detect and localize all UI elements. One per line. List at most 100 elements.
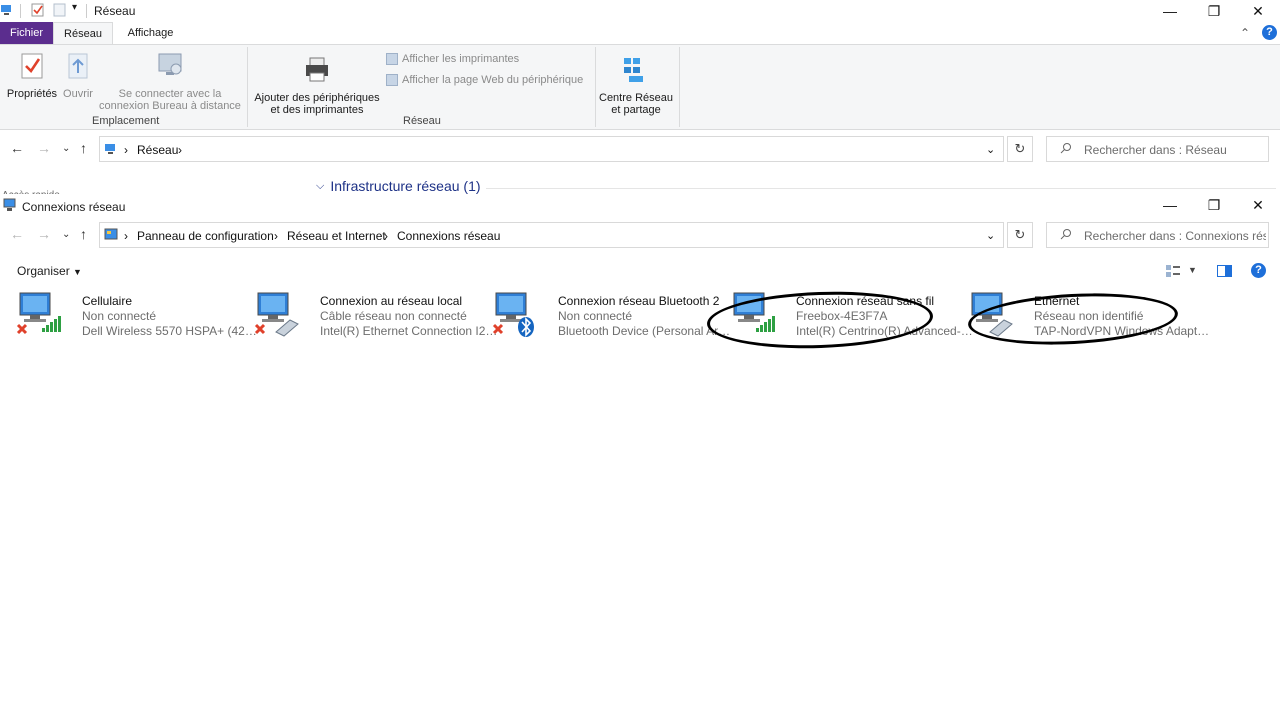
connection-item-ethernet[interactable]: Ethernet Réseau non identifié TAP-NordVP… bbox=[968, 290, 1212, 342]
title-bar: ▾ Réseau — ❐ ✕ bbox=[0, 0, 1280, 22]
ajouter-peripheriques-button[interactable]: Ajouter des périphériques et des imprima… bbox=[251, 49, 383, 116]
refresh-button[interactable]: ↻ bbox=[1007, 136, 1033, 162]
connection-device: Bluetooth Device (Personal Area ... bbox=[558, 324, 736, 338]
group-label-emplacement: Emplacement bbox=[92, 115, 160, 127]
new-folder-quick-icon[interactable] bbox=[53, 3, 67, 17]
network-connections-icon bbox=[3, 198, 16, 211]
address-bar[interactable]: › Panneau de configuration › Réseau et I… bbox=[99, 222, 1004, 248]
ethernet-connection-icon bbox=[971, 292, 1013, 337]
printer-icon bbox=[306, 57, 328, 82]
address-dropdown-icon[interactable]: ⌄ bbox=[986, 229, 995, 242]
connection-item-bluetooth[interactable]: Connexion réseau Bluetooth 2 Non connect… bbox=[492, 290, 736, 342]
help-icon[interactable]: ? bbox=[1262, 25, 1277, 40]
connection-name: Ethernet bbox=[1034, 294, 1080, 308]
address-bar[interactable]: › Réseau › ⌄ bbox=[99, 136, 1004, 162]
centre-label-1: Centre Réseau bbox=[599, 92, 673, 104]
close-button[interactable]: ✕ bbox=[1236, 0, 1280, 22]
breadcrumb-connexions[interactable]: Connexions réseau bbox=[397, 229, 500, 243]
command-bar: Organiser ▼ ▼ ? bbox=[0, 256, 1280, 284]
minimize-button[interactable]: — bbox=[1148, 0, 1192, 22]
address-dropdown-icon[interactable]: ⌄ bbox=[986, 143, 995, 156]
wifi-connection-icon bbox=[733, 292, 775, 332]
network-icon bbox=[105, 144, 115, 154]
group-divider bbox=[486, 188, 1276, 189]
tab-fichier[interactable]: Fichier bbox=[0, 22, 53, 44]
refresh-button[interactable]: ↻ bbox=[1007, 222, 1033, 248]
centre-label-2: et partage bbox=[611, 104, 661, 116]
ajouter-label-1: Ajouter des périphériques bbox=[254, 92, 380, 104]
minimize-button[interactable]: — bbox=[1148, 194, 1192, 216]
forward-arrow-icon[interactable]: → bbox=[37, 140, 51, 156]
connection-item-cellulaire[interactable]: Cellulaire Non connecté Dell Wireless 55… bbox=[16, 290, 260, 342]
breadcrumb-panneau[interactable]: Panneau de configuration bbox=[137, 229, 274, 243]
window-title: Réseau bbox=[94, 4, 136, 18]
afficher-page-web-label: Afficher la page Web du périphérique bbox=[402, 74, 584, 86]
recent-dropdown-icon[interactable]: ⌄ bbox=[62, 229, 70, 240]
address-row: ← → ⌄ ↑ › Panneau de configuration › Rés… bbox=[0, 218, 1280, 252]
organiser-button[interactable]: Organiser ▼ bbox=[17, 264, 82, 278]
up-arrow-icon[interactable]: ↑ bbox=[80, 226, 87, 242]
bureau-distance-label-2: connexion Bureau à distance bbox=[99, 100, 241, 112]
connection-item-sans-fil[interactable]: Connexion réseau sans fil Freebox-4E3F7A… bbox=[730, 290, 974, 342]
reseau-window: ▾ Réseau — ❐ ✕ Fichier Réseau Affichage … bbox=[0, 0, 1280, 200]
proprietes-button[interactable]: Propriétés bbox=[4, 45, 60, 100]
tab-reseau[interactable]: Réseau bbox=[53, 22, 113, 44]
group-header-infrastructure[interactable]: ⌵ Infrastructure réseau (1) bbox=[316, 178, 481, 194]
restore-button[interactable]: ❐ bbox=[1192, 194, 1236, 216]
breadcrumb-separator-icon: › bbox=[384, 229, 388, 243]
search-input[interactable]: Rechercher dans : Connexions réseau bbox=[1046, 222, 1269, 248]
breadcrumb-separator-icon: › bbox=[274, 229, 278, 243]
cellular-connection-icon bbox=[16, 292, 61, 335]
back-arrow-icon[interactable]: ← bbox=[10, 226, 24, 242]
quick-access-dropdown-icon[interactable]: ▾ bbox=[72, 2, 77, 13]
connection-name: Connexion réseau sans fil bbox=[796, 294, 935, 308]
ouvrir-button[interactable]: Ouvrir bbox=[60, 45, 96, 100]
bluetooth-connection-icon bbox=[492, 292, 534, 337]
chevron-down-icon: ⌵ bbox=[316, 179, 325, 192]
bureau-distance-label-1: Se connecter avec la bbox=[118, 88, 222, 100]
bureau-distance-button[interactable]: Se connecter avec la connexion Bureau à … bbox=[98, 45, 242, 112]
connection-name: Connexion au réseau local bbox=[320, 294, 463, 308]
properties-quick-icon[interactable] bbox=[31, 3, 45, 17]
help-icon[interactable]: ? bbox=[1251, 263, 1266, 278]
afficher-imprimantes-label: Afficher les imprimantes bbox=[402, 53, 520, 65]
ouvrir-label: Ouvrir bbox=[63, 88, 93, 100]
ribbon: Propriétés Ouvrir Se connecter avec la c… bbox=[0, 44, 1280, 130]
search-input[interactable]: Rechercher dans : Réseau bbox=[1046, 136, 1269, 162]
restore-button[interactable]: ❐ bbox=[1192, 0, 1236, 22]
ribbon-separator bbox=[679, 47, 680, 127]
tab-affichage[interactable]: Affichage bbox=[113, 22, 188, 44]
window-title: Connexions réseau bbox=[22, 200, 126, 214]
control-panel-icon bbox=[104, 228, 118, 240]
title-bar: Connexions réseau — ❐ ✕ bbox=[0, 194, 1280, 216]
remote-desktop-icon bbox=[158, 53, 182, 75]
view-dropdown-icon[interactable]: ▼ bbox=[1188, 265, 1197, 275]
ribbon-separator bbox=[247, 47, 248, 127]
group-label-reseau: Réseau bbox=[403, 115, 441, 127]
connection-status: Non connecté bbox=[558, 309, 633, 323]
connection-device: TAP-NordVPN Windows Adapter ... bbox=[1034, 324, 1212, 338]
search-icon bbox=[1060, 143, 1071, 154]
back-arrow-icon[interactable]: ← bbox=[10, 140, 24, 156]
view-options-icon[interactable] bbox=[1166, 265, 1180, 277]
forward-arrow-icon[interactable]: → bbox=[37, 226, 51, 242]
breadcrumb-reseau-internet[interactable]: Réseau et Internet bbox=[287, 229, 386, 243]
preview-pane-icon[interactable] bbox=[1217, 265, 1232, 277]
open-icon bbox=[68, 53, 88, 79]
centre-reseau-button[interactable]: Centre Réseau et partage bbox=[598, 49, 674, 116]
connection-device: Intel(R) Ethernet Connection I217... bbox=[320, 324, 498, 338]
connection-status: Non connecté bbox=[82, 309, 157, 323]
network-center-icon bbox=[624, 58, 643, 82]
connection-item-reseau-local[interactable]: Connexion au réseau local Câble réseau n… bbox=[254, 290, 498, 342]
collapse-ribbon-icon[interactable]: ⌃ bbox=[1240, 26, 1250, 40]
breadcrumb-separator-icon: › bbox=[124, 229, 128, 243]
afficher-imprimantes-link[interactable]: Afficher les imprimantes bbox=[386, 53, 519, 65]
ethernet-connection-icon bbox=[254, 292, 299, 337]
recent-dropdown-icon[interactable]: ⌄ bbox=[62, 143, 70, 154]
breadcrumb-reseau[interactable]: Réseau bbox=[137, 143, 178, 157]
search-placeholder: Rechercher dans : Connexions réseau bbox=[1084, 229, 1266, 243]
up-arrow-icon[interactable]: ↑ bbox=[80, 140, 87, 156]
afficher-page-web-link[interactable]: Afficher la page Web du périphérique bbox=[386, 74, 583, 86]
close-button[interactable]: ✕ bbox=[1236, 194, 1280, 216]
breadcrumb-separator-icon: › bbox=[124, 143, 128, 157]
